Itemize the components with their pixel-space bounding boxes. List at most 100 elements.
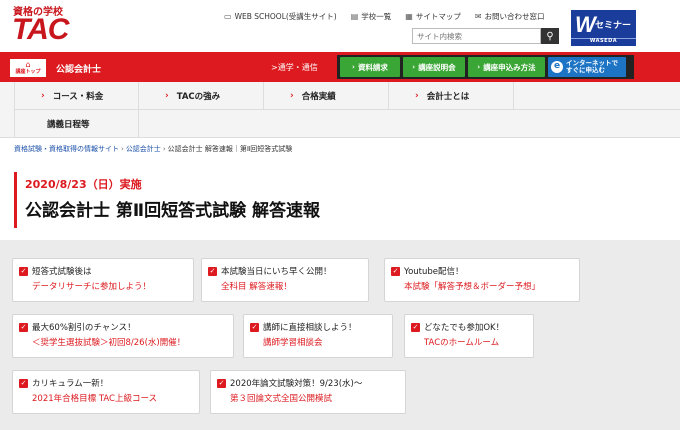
menu-label: TACの強み [176,92,221,102]
card-line1: どなたでも参加OK！ [424,323,505,333]
card-link[interactable]: データリサーチに参加しよう！ [19,280,187,292]
internet-icon: e [551,61,563,73]
check-icon: ✓ [19,378,28,388]
menu-row: 講義日程等 [14,110,139,138]
w-mark: W [575,12,596,37]
search-input[interactable] [412,28,542,44]
breadcrumb-current: 公認会計士 解答速報｜第Ⅱ回短答式試験 [167,145,293,153]
chevron-right-icon: › [41,91,45,101]
chevron-right-icon: › [415,91,419,101]
link-label: WEB SCHOOL(受講生サイト) [234,12,337,21]
check-icon: ✓ [250,322,259,332]
internet-apply-line2: すぐに申込む [566,66,605,74]
notice-card[interactable]: ✓ どなたでも参加OK！ TACのホームルーム [404,314,534,358]
internet-apply-label: インターネットで すぐに申込む [566,59,618,75]
info-session-button[interactable]: › 講座説明会 [403,57,465,77]
menu-row: › コース・料金 › TACの強み › 合格実績 › 会計士とは [14,82,680,110]
menu-label: 講義日程等 [47,120,90,130]
tac-logo[interactable]: 資格の学校 TAC [10,3,80,47]
menu-item-course-fees[interactable]: › コース・料金 [14,82,139,110]
card-line1: 本試験当日にいち早く公開！ [221,267,332,277]
button-label: 講座申込み方法 [483,62,536,72]
chevron-right-icon: › [352,63,355,71]
menu-label: 合格実績 [301,92,336,102]
notice-card[interactable]: ✓ 講師に直接相談しよう！ 講師学習相談会 [243,314,393,358]
check-icon: ✓ [217,378,226,388]
breadcrumb-link[interactable]: 資格試験・資格取得の情報サイト [14,145,119,153]
menu-label: コース・料金 [52,92,104,102]
page-title: 公認会計士 第Ⅱ回短答式試験 解答速報 [25,201,321,221]
sitemap-link[interactable]: ▦ サイトマップ [405,11,461,22]
search-icon: ⚲ [546,30,554,42]
chevron-right-icon: › [165,91,169,101]
card-link[interactable]: TACのホームルーム [411,336,527,348]
menu-item-results[interactable]: › 合格実績 [264,82,389,110]
notice-card[interactable]: ✓ 最大60%割引のチャンス！ ＜奨学生選抜試験＞初回8/26(水)開催！ [12,314,234,358]
notice-card[interactable]: ✓ 短答式試験後は データリサーチに参加しよう！ [12,258,194,302]
exam-date: 2020/8/23（日）実施 [25,178,142,191]
breadcrumb: 資格試験・資格取得の情報サイト › 公認会計士 › 公認会計士 解答速報｜第Ⅱ回短答式試… [14,144,292,154]
main-menu: › コース・料金 › TACの強み › 合格実績 › 会計士とは 講義日程等 [0,82,680,138]
internet-apply-button[interactable]: e インターネットで すぐに申込む [548,57,626,77]
notice-card[interactable]: ✓ 本試験当日にいち早く公開！ 全科目 解答速報！ [201,258,369,302]
breadcrumb-separator: › [162,145,166,153]
school-list-link[interactable]: ▤ 学校一覧 [351,11,392,22]
course-home-button[interactable]: ⌂ 講座トップ [10,59,46,77]
web-school-link[interactable]: ▭ WEB SCHOOL(受講生サイト) [224,11,337,22]
breadcrumb-link[interactable]: 公認会計士 [126,145,161,153]
sitemap-icon: ▦ [405,12,413,21]
menu-label: 会計士とは [426,92,470,102]
list-icon: ▤ [350,12,359,21]
study-mode-link[interactable]: >通学・通信 [271,62,318,73]
link-label: 学校一覧 [361,12,392,21]
breadcrumb-separator: › [121,145,124,153]
monitor-icon: ▭ [224,12,232,21]
card-line1: 講師に直接相談しよう！ [263,323,357,333]
mail-icon: ✉ [474,12,482,21]
notice-card[interactable]: ✓ カリキュラム一新！ 2021年合格目標 TAC上級コース [12,370,200,414]
card-line1: Youtube配信！ [404,267,464,277]
notice-area: ✓ 短答式試験後は データリサーチに参加しよう！ ✓ 本試験当日にいち早く公開！ 全… [0,240,680,430]
application-method-button[interactable]: › 講座申込み方法 [468,57,545,77]
search-button[interactable]: ⚲ [541,28,559,44]
card-link[interactable]: 2021年合格目標 TAC上級コース [19,392,193,404]
link-label: サイトマップ [415,12,461,21]
home-icon: ⌂ [25,60,31,69]
card-line1: 2020年論文試験対策！9/23(水)～ [230,379,363,389]
site-search: ⚲ [412,28,559,44]
button-label: 資料請求 [357,62,388,72]
action-buttons: › 資料請求 › 講座説明会 › 講座申込み方法 e インターネットで すぐに申… [337,55,634,79]
chevron-right-icon: › [290,91,294,101]
seminar-text: セミナー [595,21,632,31]
top-links: ▭ WEB SCHOOL(受講生サイト) ▤ 学校一覧 ▦ サイトマップ ✉ お… [224,11,545,22]
check-icon: ✓ [19,322,28,332]
site-header: 資格の学校 TAC ▭ WEB SCHOOL(受講生サイト) ▤ 学校一覧 ▦ … [0,0,680,52]
request-materials-button[interactable]: › 資料請求 [340,57,400,77]
chevron-right-icon: › [412,63,416,71]
waseda-text: WASEDA [589,38,618,44]
card-line1: カリキュラム一新！ [32,379,109,389]
card-link[interactable]: 全科目 解答速報！ [208,280,362,292]
card-line1: 最大60%割引のチャンス！ [32,323,136,333]
card-link[interactable]: 第３回論文式全国公開模試 [217,392,399,404]
notice-card[interactable]: ✓ 2020年論文試験対策！9/23(水)～ 第３回論文式全国公開模試 [210,370,406,414]
check-icon: ✓ [391,266,400,276]
card-link[interactable]: 本試験「解答予想＆ボーダー予想」 [391,280,573,292]
waseda-seminar-banner[interactable]: W セミナー WASEDA [571,10,636,46]
card-link[interactable]: 講師学習相談会 [250,336,386,348]
home-label: 講座トップ [15,69,41,75]
section-title: 公認会計士 [56,65,102,75]
link-label: お問い合わせ窓口 [484,12,545,21]
check-icon: ✓ [208,266,217,276]
contact-link[interactable]: ✉ お問い合わせ窓口 [475,11,545,22]
check-icon: ✓ [19,266,28,276]
page-heading: 2020/8/23（日）実施 公認会計士 第Ⅱ回短答式試験 解答速報 [14,172,666,228]
menu-item-strengths[interactable]: › TACの強み [139,82,264,110]
menu-item-schedule[interactable]: 講義日程等 [14,110,139,138]
notice-card[interactable]: ✓ Youtube配信！ 本試験「解答予想＆ボーダー予想」 [384,258,580,302]
card-line1: 短答式試験後は [32,267,92,277]
card-link[interactable]: ＜奨学生選抜試験＞初回8/26(水)開催！ [19,336,227,348]
chevron-right-icon: › [477,63,481,71]
menu-item-about-cpa[interactable]: › 会計士とは [389,82,514,110]
logo-text: TAC [12,13,69,46]
